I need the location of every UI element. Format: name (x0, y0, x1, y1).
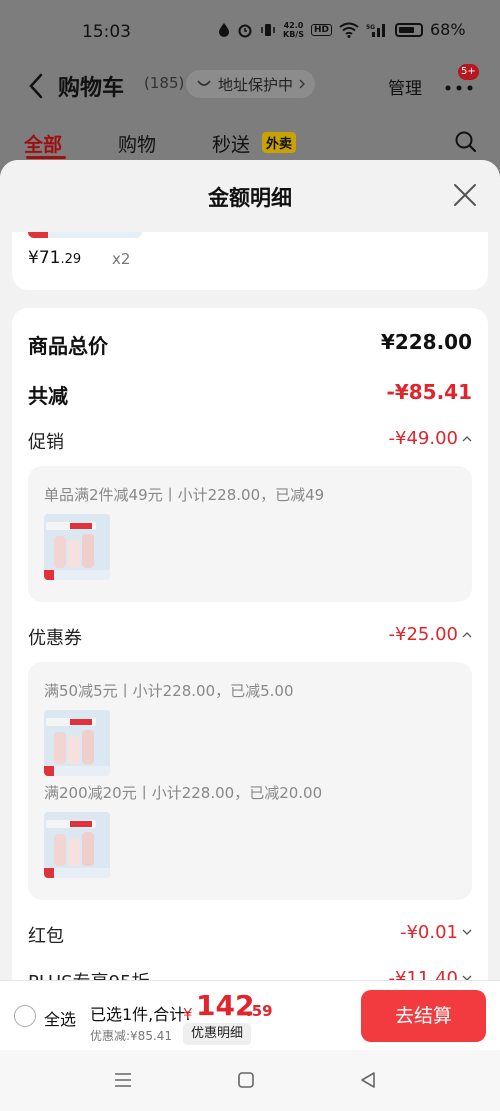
product-image (44, 514, 110, 580)
product-thumbnail[interactable] (44, 514, 110, 580)
chevron-up-icon (462, 632, 472, 638)
network-speed: 42.0 KB/S (283, 20, 304, 39)
back-triangle-icon (361, 1072, 375, 1088)
coupon-detail-box: 满50减5元丨小计228.00，已减5.00 满200减20元丨小计228.00… (28, 662, 472, 900)
select-all-radio[interactable] (14, 1005, 36, 1027)
goods-total-value: ¥228.00 (380, 330, 472, 354)
tab-shopping[interactable]: 购物 (118, 130, 156, 157)
manage-button[interactable]: 管理 (388, 74, 422, 99)
discount-detail-button[interactable]: 优惠明细 (183, 1023, 252, 1045)
menu-button[interactable] (112, 1070, 134, 1094)
plus-discount-value: -¥11.40 (389, 968, 472, 980)
wifi-icon (339, 22, 359, 38)
home-button[interactable] (236, 1070, 256, 1094)
promo-detail-box: 单品满2件减49元丨小计228.00，已减49 (28, 466, 472, 602)
smile-icon (197, 80, 211, 86)
chevron-up-icon (462, 436, 472, 442)
checkout-bar: 全选 已选1件,合计: ¥ 142 .59 优惠减:¥85.41 优惠明细 去结… (0, 980, 500, 1050)
product-card-partial: ¥71.29 x2 (12, 232, 488, 290)
plus-discount-label: PLUS专享95折 (28, 968, 150, 980)
signal-icon: 5G (366, 23, 385, 37)
chevron-right-icon (299, 79, 305, 89)
search-button[interactable] (454, 130, 478, 158)
product-image (44, 710, 110, 776)
amount-detail-sheet: 金额明细 ¥71.29 x2 商品总价 ¥228.00 共减 -¥85.41 促… (0, 160, 500, 980)
status-time: 15:03 (82, 22, 131, 42)
svg-text:5G: 5G (366, 24, 375, 31)
address-protection-label: 地址保护中 (218, 75, 294, 94)
sheet-header: 金额明细 (0, 160, 500, 232)
battery-icon (395, 22, 423, 37)
plus-discount-row[interactable]: PLUS专享95折 -¥11.40 (28, 968, 472, 980)
vibrate-icon (261, 23, 275, 36)
cart-tabs: 全部 购物 秒送 外卖 (0, 120, 500, 160)
redpacket-row[interactable]: 红包 -¥0.01 (28, 922, 472, 952)
system-nav-bar (0, 1050, 500, 1111)
tab-all[interactable]: 全部 (24, 130, 62, 157)
product-image (44, 812, 110, 878)
promo-label: 促销 (28, 432, 64, 453)
chevron-down-icon (462, 929, 472, 935)
tab-instant[interactable]: 秒送 (212, 130, 250, 157)
promo-value: -¥49.00 (389, 428, 472, 449)
coupon-detail-text-2: 满200减20元丨小计228.00，已减20.00 (44, 784, 323, 802)
menu-icon (115, 1073, 131, 1087)
product-thumbnail[interactable] (44, 812, 110, 878)
drop-icon (219, 22, 229, 37)
product-quantity: x2 (112, 250, 131, 268)
takeout-chip: 外卖 (262, 132, 297, 153)
product-promo-strip (28, 232, 142, 238)
coupon-label: 优惠券 (28, 628, 82, 649)
checkout-button[interactable]: 去结算 (361, 990, 486, 1042)
total-currency: ¥ (183, 1005, 193, 1023)
cart-count: (185) (144, 74, 185, 92)
close-icon (454, 184, 476, 206)
select-all-label[interactable]: 全选 (44, 1006, 76, 1030)
status-icons: 42.0 KB/S HD 5G 68% (218, 20, 466, 39)
home-icon (238, 1072, 254, 1088)
coupon-detail-text-1: 满50减5元丨小计228.00，已减5.00 (44, 682, 294, 700)
price-breakdown-card: 商品总价 ¥228.00 共减 -¥85.41 促销 -¥49.00 单品满2件… (12, 308, 488, 980)
battery-percent: 68% (430, 20, 466, 39)
discount-summary: 优惠减:¥85.41 (90, 1029, 173, 1043)
cart-nav-bar: 购物车 (185) 地址保护中 管理 5+ (0, 64, 500, 108)
coupon-value: -¥25.00 (389, 624, 472, 645)
redpacket-label: 红包 (28, 926, 64, 947)
promo-row[interactable]: 促销 -¥49.00 (28, 428, 472, 458)
message-badge: 5+ (458, 64, 479, 80)
hd-icon: HD (310, 23, 332, 36)
status-bar: 15:03 42.0 KB/S HD 5G 68% (0, 0, 500, 64)
product-price: ¥71.29 (28, 248, 82, 268)
search-icon (455, 131, 477, 153)
total-amount-decimal: .59 (246, 1002, 273, 1020)
chevron-left-icon (29, 73, 43, 99)
product-thumbnail[interactable] (44, 710, 110, 776)
page-title: 购物车 (58, 76, 125, 101)
back-button[interactable] (24, 68, 48, 104)
total-reduce-label: 共减 (28, 384, 68, 408)
redpacket-value: -¥0.01 (400, 922, 472, 943)
total-reduce-row: 共减 -¥85.41 (28, 380, 472, 410)
goods-total-row: 商品总价 ¥228.00 (28, 330, 472, 360)
promo-detail-text: 单品满2件减49元丨小计228.00，已减49 (44, 486, 325, 504)
goods-total-label: 商品总价 (28, 334, 108, 358)
selected-summary: 已选1件,合计: (90, 1005, 191, 1024)
sheet-title: 金额明细 (208, 186, 292, 210)
back-nav-button[interactable] (358, 1070, 378, 1094)
address-protection-pill[interactable]: 地址保护中 (186, 70, 316, 98)
tab-active-indicator (26, 156, 66, 159)
coupon-row[interactable]: 优惠券 -¥25.00 (28, 624, 472, 654)
close-button[interactable] (450, 180, 480, 210)
total-reduce-value: -¥85.41 (386, 380, 472, 404)
alarm-icon (238, 24, 252, 37)
